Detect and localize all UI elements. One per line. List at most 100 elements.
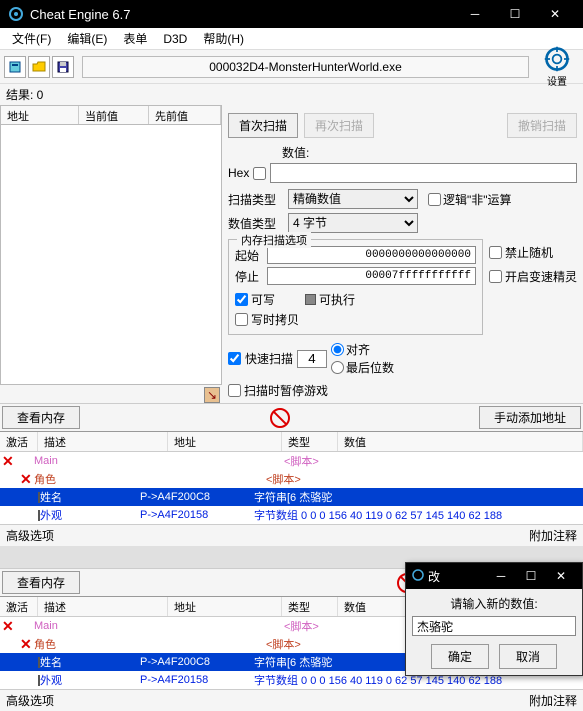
table-row-selected[interactable]: 姓名 P->A4F200C8 字符串[6 杰骆驼 [0, 488, 583, 506]
cow-checkbox[interactable] [235, 313, 248, 326]
scan-value-input[interactable] [270, 163, 577, 183]
value-label: 数值: [282, 144, 309, 161]
writable-checkbox[interactable] [235, 293, 248, 306]
pause-game-label: 扫描时暂停游戏 [244, 382, 328, 399]
advanced-options-button[interactable]: 高级选项 [6, 527, 54, 544]
attach-notes-button[interactable]: 附加注释 [529, 527, 577, 544]
mem-scan-title: 内存扫描选项 [237, 232, 311, 248]
results-list[interactable] [0, 125, 222, 385]
view-memory-button[interactable]: 查看内存 [2, 406, 80, 429]
cow-label: 写时拷贝 [251, 311, 299, 328]
process-name-box[interactable]: 000032D4-MonsterHunterWorld.exe [82, 56, 529, 78]
results-header-row: 地址 当前值 先前值 [0, 105, 222, 125]
no-random-label: 禁止随机 [505, 244, 553, 261]
edit-value-dialog: 改 ─ ☐ ✕ 请输入新的数值: 确定 取消 [405, 562, 583, 676]
title-bar: Cheat Engine 6.7 ─ ☐ ✕ [0, 0, 583, 28]
desc-cell: 姓名 [36, 489, 136, 505]
addr-cell: P->A4F200C8 [136, 491, 250, 503]
menu-d3d[interactable]: D3D [155, 30, 195, 48]
address-list: 激活 描述 地址 类型 数值 ✕ Main <脚本> ✕ 角色 <脚本> 姓名 … [0, 431, 583, 524]
app-icon [8, 6, 24, 22]
ce-logo-icon [543, 45, 571, 73]
minimize-button[interactable]: ─ [455, 0, 495, 28]
active-toggle[interactable]: ✕ [2, 618, 14, 635]
hdr-active-2[interactable]: 激活 [0, 597, 38, 616]
advanced-options-button-2[interactable]: 高级选项 [6, 692, 54, 709]
menu-file[interactable]: 文件(F) [4, 28, 59, 49]
writable-label: 可写 [251, 291, 275, 308]
stop-address-input[interactable] [267, 267, 476, 285]
hex-checkbox[interactable] [253, 167, 266, 180]
settings-area[interactable]: 设置 [535, 45, 579, 88]
attach-notes-button-2[interactable]: 附加注释 [529, 692, 577, 709]
hdr-value[interactable]: 数值 [338, 432, 583, 451]
menu-edit[interactable]: 编辑(E) [59, 28, 115, 49]
undo-scan-button: 撤销扫描 [507, 113, 577, 138]
results-panel: 地址 当前值 先前值 [0, 105, 222, 403]
menu-table[interactable]: 表单 [115, 28, 155, 49]
scan-type-label: 扫描类型 [228, 191, 284, 208]
dialog-minimize-button[interactable]: ─ [486, 563, 516, 589]
process-name-text: 000032D4-MonsterHunterWorld.exe [209, 60, 402, 74]
col-address[interactable]: 地址 [1, 106, 79, 124]
no-exec-icon[interactable] [270, 408, 290, 428]
dialog-close-button[interactable]: ✕ [546, 563, 576, 589]
active-toggle[interactable]: ✕ [2, 453, 14, 470]
menu-bar: 文件(F) 编辑(E) 表单 D3D 帮助(H) [0, 28, 583, 50]
fast-scan-value-input[interactable] [297, 350, 327, 368]
aligned-radio[interactable] [331, 343, 344, 356]
add-to-list-arrow-button[interactable]: ↘ [204, 387, 220, 403]
pause-game-checkbox[interactable] [228, 384, 241, 397]
logic-not-label: 逻辑"非"运算 [443, 191, 512, 208]
next-scan-button: 再次扫描 [304, 113, 374, 138]
desc-cell: Main [30, 455, 166, 467]
app-icon-small [412, 569, 424, 584]
cancel-button[interactable]: 取消 [499, 644, 557, 669]
no-random-checkbox[interactable] [489, 246, 502, 259]
ok-button[interactable]: 确定 [431, 644, 489, 669]
hdr-desc[interactable]: 描述 [38, 432, 168, 451]
hdr-active[interactable]: 激活 [0, 432, 38, 451]
close-button[interactable]: ✕ [535, 0, 575, 28]
desc-cell: 角色 [30, 471, 148, 487]
table-row[interactable]: ✕ 角色 <脚本> [0, 470, 583, 488]
toolbar: 000032D4-MonsterHunterWorld.exe 设置 [0, 50, 583, 84]
last-digits-label: 最后位数 [346, 359, 394, 376]
start-label: 起始 [235, 247, 263, 264]
scan-type-select[interactable]: 精确数值 [288, 189, 418, 209]
executable-label[interactable]: 可执行 [319, 291, 355, 308]
stop-label: 停止 [235, 268, 263, 285]
open-process-button[interactable] [4, 56, 26, 78]
manual-add-address-button[interactable]: 手动添加地址 [479, 406, 581, 429]
fast-scan-checkbox[interactable] [228, 352, 241, 365]
value-type-select[interactable]: 4 字节 [288, 213, 418, 233]
first-scan-button[interactable]: 首次扫描 [228, 113, 298, 138]
menu-help[interactable]: 帮助(H) [195, 28, 252, 49]
type-cell: 字符串[6 杰骆驼 [250, 489, 583, 505]
value-type-label: 数值类型 [228, 215, 284, 232]
speedhack-checkbox[interactable] [489, 270, 502, 283]
hdr-type-2[interactable]: 类型 [282, 597, 338, 616]
result-count-label: 结果: 0 [0, 84, 583, 105]
hdr-type[interactable]: 类型 [282, 432, 338, 451]
table-row[interactable]: 外观 P->A4F20158 字节数组 0 0 0 156 40 119 0 6… [0, 506, 583, 524]
maximize-button[interactable]: ☐ [495, 0, 535, 28]
window-title: Cheat Engine 6.7 [30, 7, 455, 22]
new-value-input[interactable] [412, 616, 576, 636]
logic-not-checkbox[interactable] [428, 193, 441, 206]
hdr-desc-2[interactable]: 描述 [38, 597, 168, 616]
memory-scan-options-group: 内存扫描选项 起始 停止 可写 可执行 写时拷贝 [228, 239, 483, 335]
desc-cell: 外观 [36, 507, 136, 523]
start-address-input[interactable] [267, 246, 476, 264]
dialog-maximize-button[interactable]: ☐ [516, 563, 546, 589]
table-row[interactable]: ✕ Main <脚本> [0, 452, 583, 470]
save-button[interactable] [52, 56, 74, 78]
col-current-value[interactable]: 当前值 [79, 106, 149, 124]
hdr-addr-2[interactable]: 地址 [168, 597, 282, 616]
view-memory-button-2[interactable]: 查看内存 [2, 571, 80, 594]
col-previous-value[interactable]: 先前值 [149, 106, 221, 124]
hdr-addr[interactable]: 地址 [168, 432, 282, 451]
scan-panel: 首次扫描 再次扫描 撤销扫描 数值: Hex 扫描类型 精确数值 逻辑"非"运算… [222, 105, 583, 403]
last-digits-radio[interactable] [331, 361, 344, 374]
open-file-button[interactable] [28, 56, 50, 78]
